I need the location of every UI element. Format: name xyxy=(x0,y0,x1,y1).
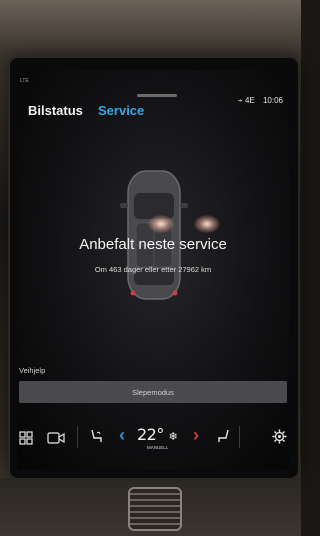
status-indicators: ⌁ 4E 10:06 xyxy=(232,96,283,105)
roadside-assist-label: Veihjelp xyxy=(19,366,46,375)
climate-bar: ‹ 22° ❄ MANUELL › xyxy=(17,422,289,454)
temperature-readout[interactable]: 22° ❄ xyxy=(137,425,178,444)
tab-bilstatus[interactable]: Bilstatus xyxy=(28,103,83,118)
infotainment-screen: LTE ⌁ 4E 10:06 Bilstatus Service Anbefal… xyxy=(17,70,289,470)
bar-divider xyxy=(77,426,78,448)
clock: 10:06 xyxy=(262,96,283,105)
chevron-right-icon[interactable]: › xyxy=(193,425,199,446)
climate-mode-label: MANUELL xyxy=(147,445,169,450)
gear-icon[interactable] xyxy=(272,429,287,444)
seat-icon[interactable] xyxy=(89,429,103,445)
car-illustration xyxy=(120,170,188,300)
tow-mode-button[interactable]: Slepemodus xyxy=(19,381,287,403)
seat-icon[interactable] xyxy=(217,429,231,445)
headlight-glow-left xyxy=(148,215,174,233)
grid-icon[interactable] xyxy=(19,431,33,445)
chevron-left-icon[interactable]: ‹ xyxy=(119,425,125,446)
pull-down-handle[interactable] xyxy=(137,94,177,97)
fan-icon: ❄ xyxy=(168,430,178,443)
service-headline: Anbefalt neste service xyxy=(79,236,227,253)
camera-icon[interactable] xyxy=(47,432,65,444)
tab-service[interactable]: Service xyxy=(98,103,144,118)
air-vent xyxy=(128,487,182,531)
headlight-glow-right xyxy=(194,215,220,233)
connectivity-status: ⌁ 4E xyxy=(237,96,255,105)
bar-divider xyxy=(239,426,240,448)
signal-status: LTE xyxy=(20,78,29,84)
service-detail: Om 463 dager eller etter 27962 km xyxy=(94,265,212,274)
temperature-value: 22° xyxy=(137,425,164,444)
